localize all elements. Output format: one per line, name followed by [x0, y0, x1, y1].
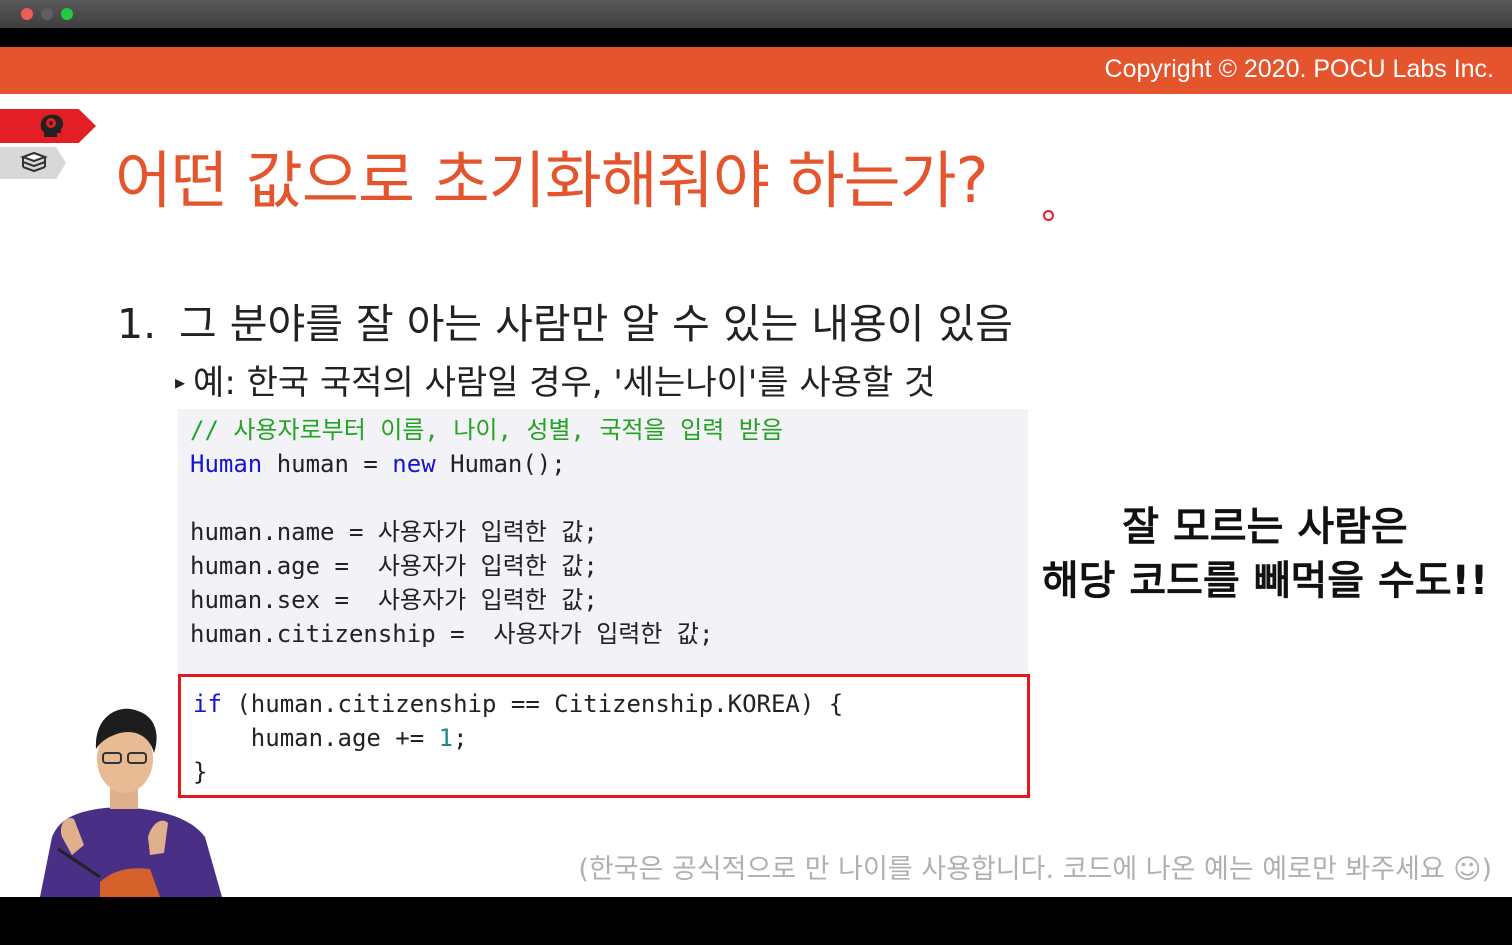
copyright-text: Copyright © 2020. POCU Labs Inc. [1104, 55, 1494, 83]
code-line-sex: human.sex = 사용자가 입력한 값; [190, 586, 598, 614]
code-line-age: human.age = 사용자가 입력한 값; [190, 552, 598, 580]
code-new-keyword: new [392, 450, 436, 478]
code-line-citizenship: human.citizenship = 사용자가 입력한 값; [190, 620, 714, 648]
code-line-name: human.name = 사용자가 입력한 값; [190, 518, 598, 546]
side-note: 잘 모르는 사람은 해당 코드를 빼먹을 수도!! [1020, 500, 1510, 608]
side-tag-brain [0, 109, 96, 143]
point-1-text: 그 분야를 잘 아는 사람만 알 수 있는 내용이 있음 [179, 300, 1013, 348]
code-semicolon: ; [453, 724, 468, 752]
footnote: (한국은 공식적으로 만 나이를 사용합니다. 코드에 나온 예는 예로만 봐주… [578, 854, 1492, 885]
sub-point-1-text: 예: 한국 국적의 사람일 경우, '세는나이'를 사용할 것 [193, 363, 936, 403]
code-listing: // 사용자로부터 이름, 나이, 성별, 국적을 입력 받음 Human hu… [190, 413, 783, 651]
close-window-button[interactable] [21, 8, 33, 20]
code-comment: // 사용자로부터 이름, 나이, 성별, 국적을 입력 받음 [190, 416, 783, 444]
minimize-window-button[interactable] [41, 8, 53, 20]
top-banner: Copyright © 2020. POCU Labs Inc. [0, 47, 1512, 94]
code-decl-text: human = [262, 450, 393, 478]
code-block: // 사용자로부터 이름, 나이, 성별, 국적을 입력 받음 Human hu… [178, 409, 1028, 677]
code-number-literal: 1 [438, 724, 454, 752]
window-titlebar [0, 0, 1512, 28]
code-if-condition: (human.citizenship == Citizenship.KOREA)… [221, 690, 844, 718]
code-type-keyword: Human [190, 450, 263, 478]
point-1-number: 1. [117, 300, 157, 348]
maximize-window-button[interactable] [61, 8, 73, 20]
slide-title: 어떤 값으로 초기화해줘야 하는가? [115, 144, 989, 217]
code-decl-end: Human(); [435, 450, 566, 478]
book-stack-icon [18, 150, 50, 176]
slide: Copyright © 2020. POCU Labs Inc. 어떤 값으로 … [0, 47, 1512, 897]
highlighted-code-listing: if (human.citizenship == Citizenship.KOR… [193, 687, 843, 789]
side-tag-books [0, 147, 66, 179]
side-note-line-2: 해당 코드를 빼먹을 수도!! [1041, 558, 1489, 604]
laser-pointer-dot [1043, 210, 1054, 221]
presenter-video-overlay [40, 708, 222, 897]
highlighted-code-block: if (human.citizenship == Citizenship.KOR… [178, 674, 1030, 798]
brain-head-icon [36, 113, 68, 139]
point-1: 1. 그 분야를 잘 아는 사람만 알 수 있는 내용이 있음 [117, 290, 1013, 350]
side-note-line-1: 잘 모르는 사람은 [1122, 504, 1408, 550]
sub-point-1: ▸ 예: 한국 국적의 사람일 경우, '세는나이'를 사용할 것 [175, 355, 935, 404]
triangle-bullet-icon: ▸ [175, 370, 186, 394]
